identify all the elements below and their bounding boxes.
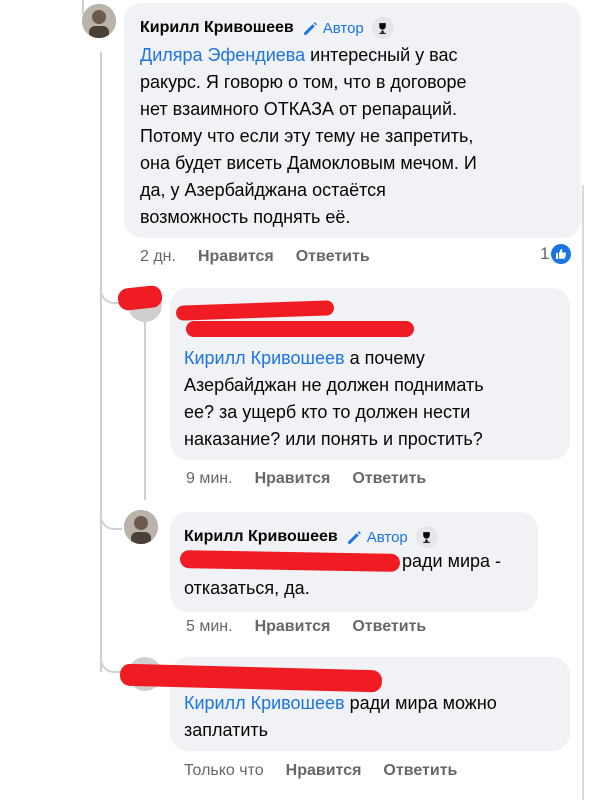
trophy-icon [371, 17, 394, 39]
thread-connector-2 [100, 284, 120, 304]
comment-2-actions: 9 мин. Нравится Ответить [186, 470, 426, 488]
thread-connector-top [62, 0, 84, 10]
comment-time[interactable]: 9 мин. [186, 470, 233, 488]
reply-button[interactable]: Ответить [352, 618, 426, 636]
author-badge: Автор [346, 529, 408, 546]
comment-3-header: Кирилл Кривошеев Автор [184, 526, 438, 548]
avatar-author[interactable] [82, 4, 116, 38]
avatar-photo [124, 510, 158, 544]
author-name[interactable]: Кирилл Кривошеев [140, 19, 294, 37]
thread-line-sub [144, 320, 146, 500]
like-button[interactable]: Нравится [255, 470, 331, 488]
comment-1-actions: 2 дн. Нравится Ответить [140, 248, 370, 266]
comment-4-actions: Только что Нравится Ответить [184, 762, 457, 780]
reaction-count[interactable]: 1 [540, 244, 572, 264]
pencil-icon [303, 21, 317, 35]
like-button[interactable]: Нравится [255, 618, 331, 636]
reply-button[interactable]: Ответить [383, 762, 457, 780]
trophy-icon [415, 526, 438, 548]
scroll-edge-line [582, 185, 584, 800]
thread-connector-3 [100, 512, 122, 530]
mention-link[interactable]: Кирилл Кривошеев [184, 693, 345, 713]
author-badge: Автор [302, 20, 364, 37]
thread-line-main [100, 52, 102, 672]
comment-2-text: Кирилл Кривошеев а почему Азербайджан не… [184, 348, 484, 449]
avatar-author[interactable] [124, 510, 158, 544]
like-button[interactable]: Нравится [286, 762, 362, 780]
comment-time[interactable]: 5 мин. [186, 618, 233, 636]
comment-time[interactable]: Только что [184, 762, 264, 780]
comment-1-text: Диляра Эфендиева интересный у вас ракурс… [140, 45, 477, 227]
comment-3-actions: 5 мин. Нравится Ответить [186, 618, 426, 636]
comment-1-header: Кирилл Кривошеев Автор [140, 17, 394, 39]
comment-4-text: Кирилл Кривошеев ради мира можно заплати… [184, 693, 497, 740]
reply-button[interactable]: Ответить [352, 470, 426, 488]
thread-connector-4 [100, 655, 122, 673]
comment-time[interactable]: 2 дн. [140, 248, 176, 266]
redacted-author-info [186, 321, 414, 337]
mention-link[interactable]: Диляра Эфендиева [140, 45, 305, 65]
pencil-icon [347, 530, 361, 544]
author-name[interactable]: Кирилл Кривошеев [184, 528, 338, 546]
reply-button[interactable]: Ответить [296, 248, 370, 266]
comment-3-text: ради мира - отказаться, да. [184, 551, 502, 598]
mention-link[interactable]: Кирилл Кривошеев [184, 348, 345, 368]
like-button[interactable]: Нравится [198, 248, 274, 266]
thumbs-up-icon [551, 244, 572, 264]
avatar-photo [82, 4, 116, 38]
